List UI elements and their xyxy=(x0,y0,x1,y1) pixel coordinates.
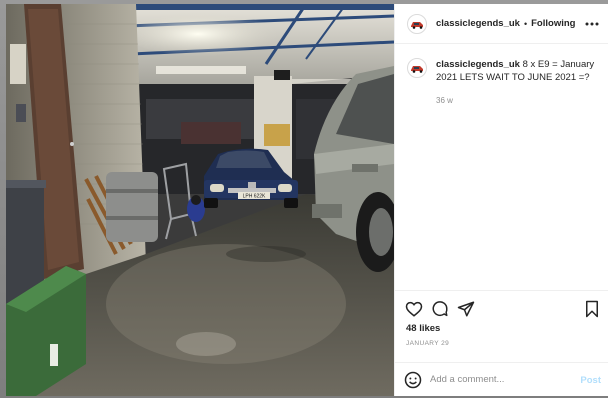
caption-text-block: classiclegends_uk 8 x E9 = January 2021 … xyxy=(436,58,603,84)
avatar[interactable] xyxy=(407,13,427,34)
number-plate: LPH 622K xyxy=(243,194,266,200)
likes-count[interactable]: 48 likes xyxy=(406,323,440,334)
post-date[interactable]: JANUARY 29 xyxy=(406,340,449,347)
ellipsis-icon[interactable] xyxy=(585,17,599,31)
car-logo-icon xyxy=(411,66,423,73)
following-button[interactable]: Following xyxy=(531,18,575,29)
caption-username[interactable]: classiclegends_uk xyxy=(436,59,520,70)
post-caption: classiclegends_uk 8 x E9 = January 2021 … xyxy=(407,58,603,105)
paper-plane-icon[interactable] xyxy=(457,300,475,318)
post-header: classiclegends_uk • Following xyxy=(395,4,608,44)
smiley-icon[interactable] xyxy=(404,371,422,389)
post-modal: LPH 622K classiclegends_uk • Following c… xyxy=(6,4,608,396)
comment-input[interactable] xyxy=(430,374,570,385)
post-actions xyxy=(395,290,608,324)
speech-bubble-icon[interactable] xyxy=(431,300,449,318)
post-side-panel: classiclegends_uk • Following classicleg… xyxy=(394,4,608,396)
caption-avatar[interactable] xyxy=(407,58,427,78)
car-logo-icon xyxy=(411,21,423,29)
garage-photo: LPH 622K xyxy=(6,4,394,396)
comment-box: Post xyxy=(395,362,608,396)
caption-timestamp[interactable]: 36 w xyxy=(436,96,453,105)
heart-icon[interactable] xyxy=(405,300,423,318)
header-username[interactable]: classiclegends_uk xyxy=(436,18,520,29)
bookmark-icon[interactable] xyxy=(583,300,601,318)
post-photo[interactable]: LPH 622K xyxy=(6,4,394,396)
header-separator: • xyxy=(523,18,528,29)
post-comment-button[interactable]: Post xyxy=(580,375,601,386)
